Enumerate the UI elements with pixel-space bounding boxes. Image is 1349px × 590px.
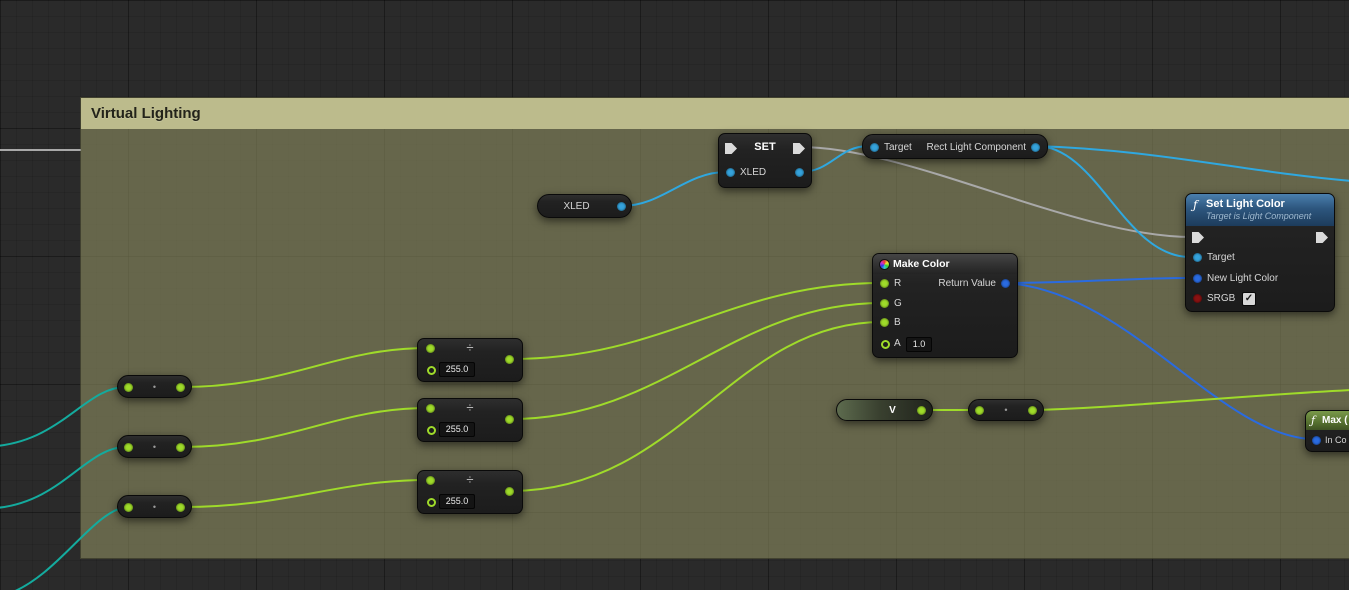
wire-makecolor-to-newlightcolor[interactable]	[1006, 278, 1190, 283]
wire-rectlight-to-offscreen[interactable]	[1036, 146, 1349, 181]
divide3-input-a-pin[interactable]	[426, 476, 435, 485]
rectlight-target-label: Target	[884, 142, 912, 153]
make-color-a-pin[interactable]	[881, 340, 890, 349]
max-input-label: In Co	[1325, 435, 1347, 445]
rectlight-target-pin[interactable]	[870, 143, 879, 152]
node-v-getter[interactable]: V	[836, 399, 933, 421]
node-divide-3[interactable]: ÷ 255.0	[417, 470, 523, 514]
wire-rectlight-to-slc-target[interactable]	[1036, 146, 1190, 257]
wire-conv3-to-divide3[interactable]	[182, 480, 428, 507]
convert1-output-pin[interactable]	[176, 383, 185, 392]
node-convert-3[interactable]: •	[117, 495, 192, 518]
divide3-output-pin[interactable]	[505, 487, 514, 496]
divide3-input-b-pin[interactable]	[427, 498, 436, 507]
convert2-output-pin[interactable]	[176, 443, 185, 452]
slc-new-light-color-label: New Light Color	[1207, 273, 1278, 284]
wire-conv2-to-divide2[interactable]	[182, 408, 428, 447]
make-color-title: Make Color	[893, 258, 950, 270]
wire-xled-to-set[interactable]	[622, 172, 726, 206]
node-convert-1[interactable]: •	[117, 375, 192, 398]
make-color-r-label: R	[894, 278, 901, 289]
node-divide-2[interactable]: ÷ 255.0	[417, 398, 523, 442]
divide1-input-b-pin[interactable]	[427, 366, 436, 375]
node-set-light-color[interactable]: ƒ Set Light Color Target is Light Compon…	[1185, 193, 1335, 312]
convert4-output-pin[interactable]	[1028, 406, 1037, 415]
make-color-b-pin[interactable]	[880, 318, 889, 327]
wire-layer	[0, 0, 1349, 590]
divide1-input-a-pin[interactable]	[426, 344, 435, 353]
wire-byte-to-conv2[interactable]	[0, 447, 126, 508]
wire-conv1-to-divide1[interactable]	[182, 348, 428, 387]
node-set-xled[interactable]: SET XLED	[718, 133, 812, 188]
wire-conv4-to-offscreen[interactable]	[1035, 390, 1349, 410]
slc-srgb-checkbox[interactable]: ✓	[1242, 292, 1256, 306]
set-xled-input-pin[interactable]	[726, 168, 735, 177]
v-output-pin[interactable]	[917, 406, 926, 415]
blueprint-canvas[interactable]: Virtual Lighting XLED SET XLED	[0, 0, 1349, 590]
make-color-return-pin[interactable]	[1001, 279, 1010, 288]
node-convert-2[interactable]: •	[117, 435, 192, 458]
slc-target-label: Target	[1207, 252, 1235, 263]
xled-output-pin[interactable]	[617, 202, 626, 211]
wire-divide1-to-r[interactable]	[511, 283, 882, 359]
xled-getter-label: XLED	[538, 201, 615, 212]
max-title: Max (	[1322, 415, 1348, 426]
max-input-pin[interactable]	[1312, 436, 1321, 445]
divide1-value[interactable]: 255.0	[439, 362, 475, 377]
slc-srgb-pin[interactable]	[1193, 294, 1202, 303]
make-color-a-label: A	[894, 338, 901, 349]
set-light-color-subtitle: Target is Light Component	[1206, 211, 1311, 221]
slc-exec-in-pin[interactable]	[1192, 232, 1204, 243]
rectlight-output-label: Rect Light Component	[926, 142, 1026, 153]
set-light-color-title: Set Light Color	[1206, 198, 1285, 210]
slc-exec-out-pin[interactable]	[1316, 232, 1328, 243]
slc-target-pin[interactable]	[1193, 253, 1202, 262]
divide3-value[interactable]: 255.0	[439, 494, 475, 509]
node-make-color[interactable]: Make Color R G B A 1.0 Return Value	[872, 253, 1018, 358]
make-color-g-pin[interactable]	[880, 299, 889, 308]
function-icon: ƒ	[1193, 198, 1197, 212]
rectlight-output-pin[interactable]	[1031, 143, 1040, 152]
divide1-output-pin[interactable]	[505, 355, 514, 364]
divide2-output-pin[interactable]	[505, 415, 514, 424]
set-output-pin[interactable]	[795, 168, 804, 177]
make-color-icon	[879, 259, 890, 270]
wire-byte-to-conv1[interactable]	[0, 387, 126, 446]
wire-exec-set-to-setlightcolor[interactable]	[800, 147, 1192, 237]
node-max[interactable]: ƒ Max ( In Co	[1305, 410, 1349, 452]
function-icon: ƒ	[1311, 414, 1315, 427]
node-rect-light-component[interactable]: Target Rect Light Component	[862, 134, 1048, 159]
slc-new-light-color-pin[interactable]	[1193, 274, 1202, 283]
divide2-value[interactable]: 255.0	[439, 422, 475, 437]
set-xled-input-label: XLED	[740, 167, 766, 178]
make-color-r-pin[interactable]	[880, 279, 889, 288]
slc-srgb-label: SRGB	[1207, 293, 1235, 304]
node-xled-getter[interactable]: XLED	[537, 194, 632, 218]
make-color-a-value[interactable]: 1.0	[906, 337, 932, 352]
make-color-b-label: B	[894, 317, 901, 328]
convert3-output-pin[interactable]	[176, 503, 185, 512]
divide2-input-b-pin[interactable]	[427, 426, 436, 435]
v-getter-label: V	[867, 405, 918, 416]
wire-divide3-to-b[interactable]	[511, 322, 882, 491]
wire-byte-to-conv3[interactable]	[8, 507, 126, 590]
node-divide-1[interactable]: ÷ 255.0	[417, 338, 523, 382]
node-convert-4[interactable]: •	[968, 399, 1044, 421]
make-color-g-label: G	[894, 298, 902, 309]
make-color-return-label: Return Value	[938, 278, 996, 289]
divide2-input-a-pin[interactable]	[426, 404, 435, 413]
